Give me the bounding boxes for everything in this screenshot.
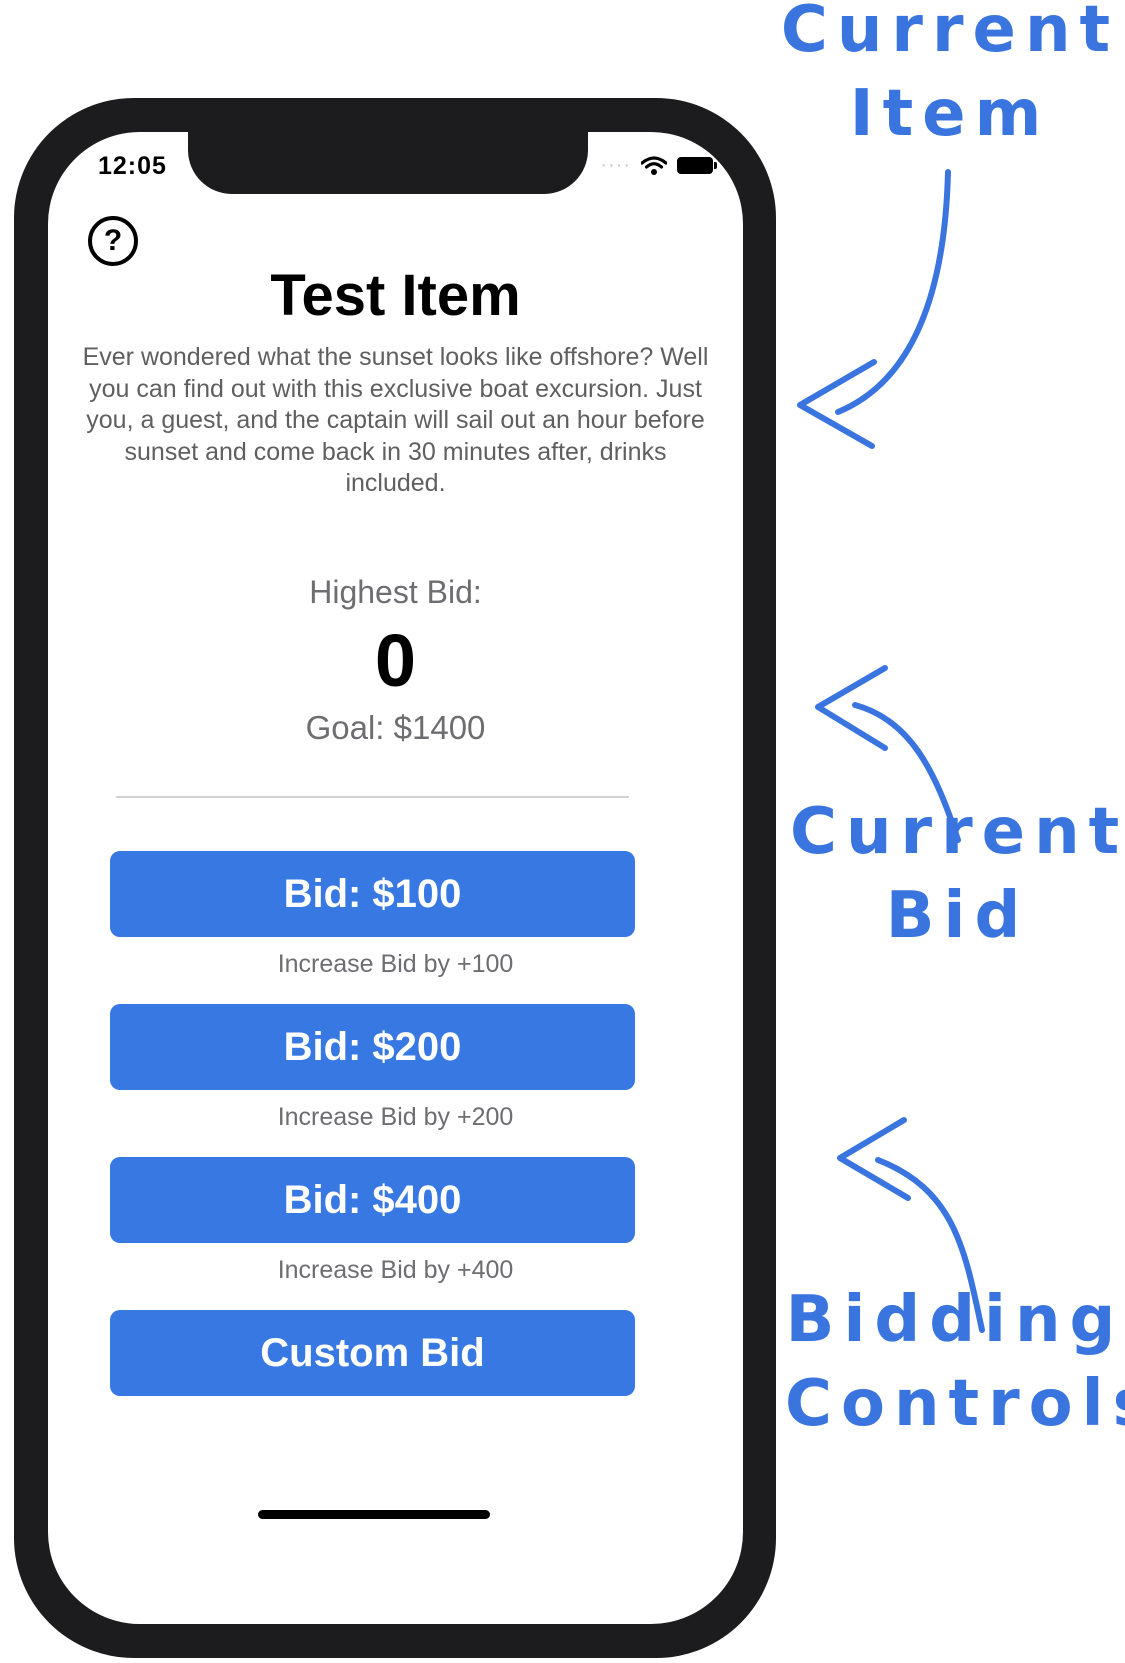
bid-200-caption: Increase Bid by +200	[277, 1103, 514, 1131]
annotation-current-bid-line2: Bid	[885, 879, 1030, 953]
bid-100-caption: Increase Bid by +100	[277, 950, 514, 978]
goal-label: Goal: $1400	[305, 709, 486, 746]
item-description: Ever wondered what the sunset looks like…	[82, 343, 709, 497]
custom-bid-button[interactable]: Custom Bid	[110, 1310, 635, 1396]
annotation-current-bid: Current Bid	[790, 790, 1125, 958]
phone-screen: 12:05 ···· ? Test Item Ever wondered wha…	[48, 132, 743, 1624]
status-time: 12:05	[98, 152, 167, 180]
help-button[interactable]: ?	[88, 216, 138, 266]
highest-bid-value: 0	[374, 619, 417, 702]
annotation-current-item-line2: Item	[849, 77, 1051, 151]
signal-icon: ····	[600, 154, 631, 176]
status-icons: ····	[600, 154, 717, 177]
question-circle-icon: ?	[103, 224, 123, 257]
arrow-current-item	[835, 169, 951, 415]
wifi-icon	[641, 155, 667, 175]
annotation-current-bid-line1: Current	[790, 795, 1125, 869]
item-title: Test Item	[270, 263, 521, 328]
arrow-bidding-controls-head	[837, 1117, 911, 1201]
arrow-current-bid-head	[815, 665, 888, 751]
divider	[116, 796, 629, 798]
bid-200-button[interactable]: Bid: $200	[110, 1004, 635, 1090]
highest-bid-label: Highest Bid:	[309, 574, 482, 610]
annotation-current-item-line1: Current	[780, 0, 1120, 67]
home-indicator	[258, 1510, 490, 1519]
annotation-bidding-controls-line2: Controls	[785, 1367, 1125, 1441]
bid-400-button[interactable]: Bid: $400	[110, 1157, 635, 1243]
notch	[188, 132, 588, 194]
annotation-bidding-controls-line1: Bidding	[785, 1283, 1125, 1357]
battery-icon	[677, 157, 717, 174]
bid-100-button[interactable]: Bid: $100	[110, 851, 635, 937]
arrow-current-item-head	[797, 359, 877, 449]
annotation-bidding-controls: Bidding Controls	[785, 1278, 1125, 1446]
annotation-current-item: Current Item	[780, 0, 1120, 156]
bid-400-caption: Increase Bid by +400	[277, 1256, 514, 1284]
